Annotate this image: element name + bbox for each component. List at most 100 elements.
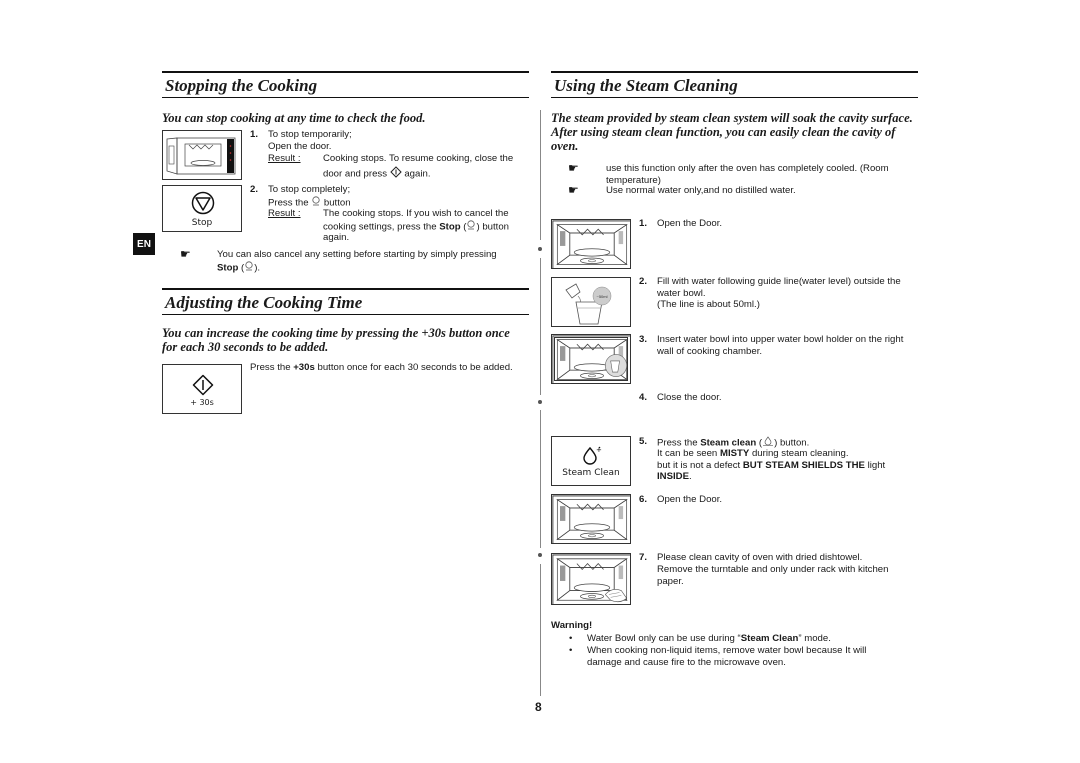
result-text: cooking settings, press the Stop () butt…: [323, 220, 510, 234]
note-text: Stop ().: [217, 261, 261, 275]
step-text: It can be seen MISTY during steam cleani…: [657, 448, 848, 460]
step-text: water bowl.: [657, 288, 706, 299]
step-text: (The line is about 50ml.): [657, 299, 760, 310]
result-text: Cooking stops. To resume cooking, close …: [323, 153, 514, 164]
section-title-stopping: Stopping the Cooking: [162, 71, 529, 98]
step-text: Remove the turntable and only under rack…: [657, 564, 889, 575]
clean-cavity-illustration: [551, 553, 631, 605]
stop-small-icon: [244, 261, 254, 275]
step-text-part: .: [689, 471, 692, 482]
start-icon: [389, 166, 402, 182]
pointing-hand-icon: ☛: [180, 247, 191, 261]
page-number: 8: [535, 700, 542, 714]
step-number: 1.: [250, 129, 259, 140]
step-text-part: during steam cleaning.: [751, 448, 849, 459]
step-number: 5.: [639, 436, 648, 447]
adjusting-text-part: button once for each 30 seconds to be ad…: [317, 362, 513, 373]
warning-text-part: ” mode.: [798, 633, 831, 644]
step-number: 6.: [639, 494, 648, 505]
column-divider: [540, 110, 541, 240]
step-text-part: Press the: [657, 437, 698, 449]
steam-intro: After using steam clean function, you ca…: [551, 125, 896, 139]
divider-dot: [538, 400, 542, 404]
adjusting-text-part: Press the: [250, 362, 291, 373]
result-text-part: again.: [404, 168, 431, 180]
language-badge: EN: [133, 233, 155, 255]
pointing-hand-icon: ☛: [568, 161, 579, 175]
result-text: The cooking stops. If you wish to cancel…: [323, 208, 509, 219]
step-text-part: but it is not a defect: [657, 460, 741, 471]
step-text-part: ) button.: [774, 437, 810, 449]
bullet-icon: •: [569, 633, 573, 644]
step-text: To stop completely;: [268, 184, 351, 195]
steam-intro: The steam provided by steam clean system…: [551, 111, 913, 125]
water-bowl-fill-illustration: ~50ml: [551, 277, 631, 327]
microwave-open-door-illustration: [162, 130, 242, 180]
result-text-part: cooking settings, press the: [323, 221, 437, 233]
section-title-steam: Using the Steam Cleaning: [551, 71, 918, 98]
note-text: Use normal water only,and no distilled w…: [606, 185, 796, 196]
step-text-bold: INSIDE: [657, 471, 689, 482]
adjusting-intro: for each 30 seconds to be added.: [162, 340, 329, 354]
step-text-bold: MISTY: [719, 448, 750, 459]
step-text-part: It can be seen: [657, 448, 718, 459]
warning-item: When cooking non-liquid items, remove wa…: [587, 645, 867, 656]
warning-text-bold: Steam Clean: [740, 633, 799, 644]
result-text-bold: Stop: [439, 221, 461, 233]
column-divider: [540, 564, 541, 696]
plus30s-button-illustration: + 30s: [162, 364, 242, 414]
step-text: wall of cooking chamber.: [657, 346, 763, 357]
column-divider: [540, 258, 541, 395]
step-text-part: light: [867, 460, 886, 471]
result-text-part: ) button: [476, 221, 510, 233]
water-level-label: ~50ml: [596, 294, 607, 299]
step-text: Please clean cavity of oven with dried d…: [657, 552, 863, 563]
start-icon: [192, 374, 214, 396]
step-text: INSIDE.: [657, 471, 692, 483]
warning-item: Water Bowl only can be use during “Steam…: [587, 633, 831, 645]
step-text-bold: BUT STEAM SHIELDS THE: [742, 460, 865, 471]
step-text: Insert water bowl into upper water bowl …: [657, 334, 904, 345]
oven-open-illustration: [551, 219, 631, 269]
note-text: You can also cancel any setting before s…: [217, 249, 497, 260]
column-divider: [540, 410, 541, 548]
insert-bowl-illustration: [551, 334, 631, 384]
step-number: 4.: [639, 392, 648, 403]
adjusting-text-bold: +30s: [293, 362, 315, 373]
bullet-icon: •: [569, 645, 573, 656]
result-text: door and press again.: [323, 166, 430, 182]
steam-intro: oven.: [551, 139, 579, 153]
step-text-part: button: [323, 197, 351, 209]
stop-icon: [191, 191, 215, 215]
divider-dot: [538, 247, 542, 251]
steam-clean-button-label: Steam Clean: [562, 468, 620, 478]
step-number: 2.: [250, 184, 259, 195]
step-text-bold: Steam clean: [700, 437, 757, 449]
step-text: but it is not a defect BUT STEAM SHIELDS…: [657, 460, 885, 472]
step-text: Open the Door.: [657, 494, 723, 505]
divider-dot: [538, 553, 542, 557]
stop-small-icon: [311, 196, 321, 210]
result-text-part: door and press: [323, 168, 387, 180]
step-text: Open the door.: [268, 141, 332, 152]
step-text-part: Press the: [268, 197, 309, 209]
warning-item: damage and cause fire to the microwave o…: [587, 657, 786, 668]
steam-clean-button-illustration: + Steam Clean: [551, 436, 631, 486]
step-text: paper.: [657, 576, 684, 587]
step-text: Open the Door.: [657, 218, 723, 229]
note-text-bold: Stop: [217, 262, 239, 274]
adjusting-text: Press the +30s button once for each 30 s…: [250, 362, 513, 374]
note-text-part: ).: [254, 262, 261, 274]
pointing-hand-icon: ☛: [568, 183, 579, 197]
step-number: 3.: [639, 334, 648, 345]
result-text: again.: [323, 232, 350, 243]
step-number: 1.: [639, 218, 648, 229]
step-number: 2.: [639, 276, 648, 287]
stop-small-icon: [466, 220, 476, 234]
oven-open-illustration: [551, 494, 631, 544]
step-text: Close the door.: [657, 392, 722, 403]
step-text: To stop temporarily;: [268, 129, 352, 140]
result-label: Result :: [268, 153, 301, 164]
result-label: Result :: [268, 208, 301, 219]
plus30s-button-label: + 30s: [190, 398, 214, 407]
